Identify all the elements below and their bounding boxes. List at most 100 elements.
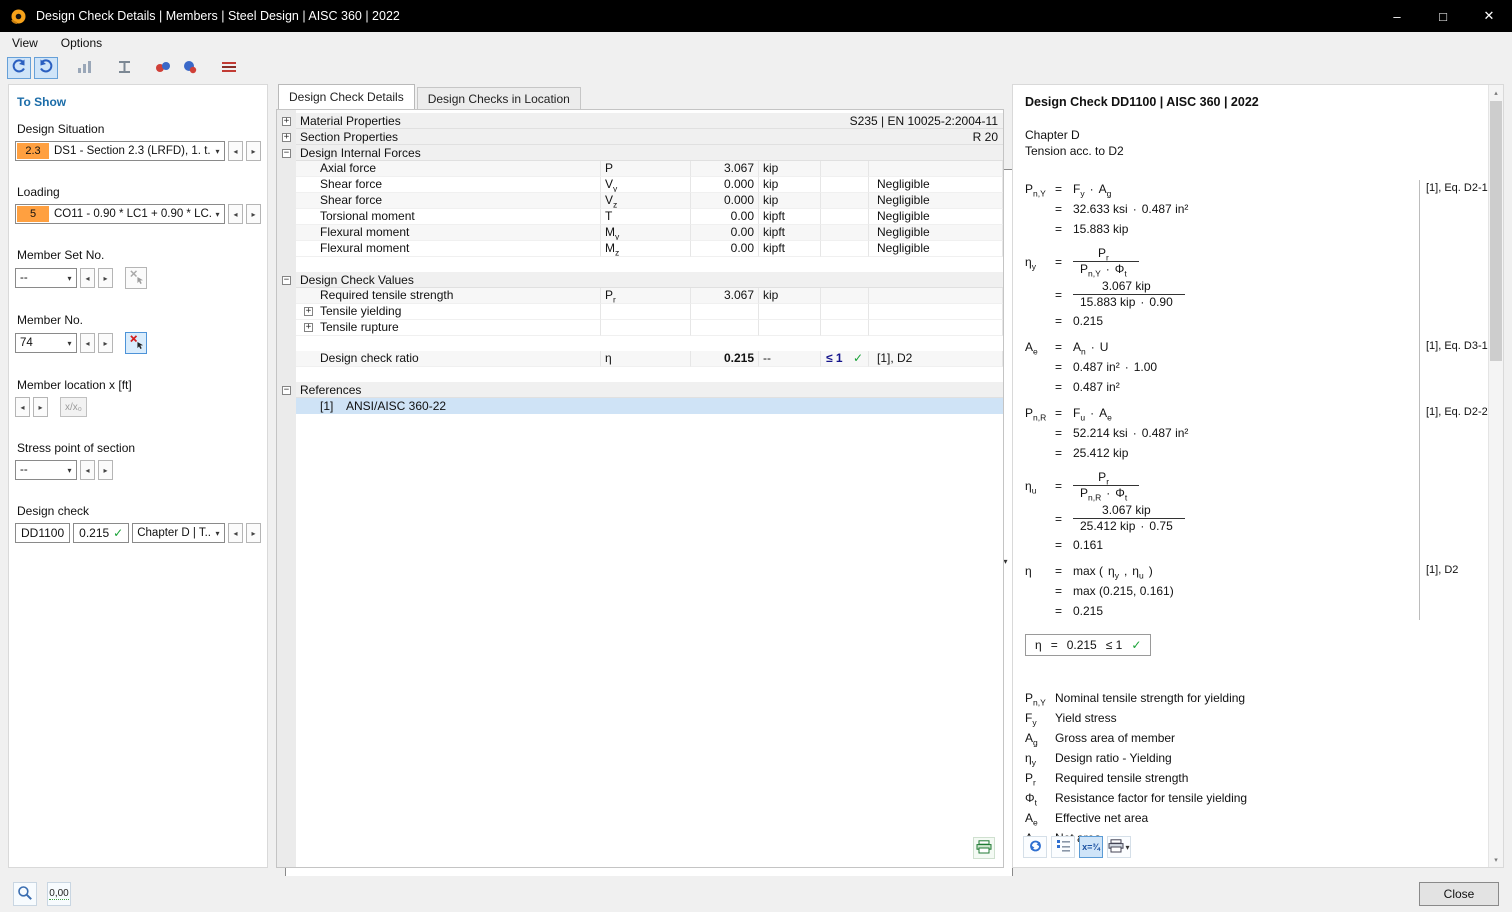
result-diagram-button[interactable] [73,57,97,79]
titlebar: Design Check Details | Members | Steel D… [0,0,1512,32]
member-location-prev-button[interactable]: ◂ [15,397,30,417]
section-lines-button[interactable] [217,57,241,79]
member-location-group: Member location x [ft] 17.99 ▾ ◂ ▸ x/x₀ [15,169,1013,912]
group-label: Material Properties [300,113,401,128]
legend-description: Yield stress [1055,711,1117,725]
design-situation-prev-button[interactable]: ◂ [228,141,243,161]
row-symbol: η [601,351,691,367]
table-row[interactable]: Shear force Vz 0.000 kip Negligible [277,193,1003,209]
expander-icon[interactable]: + [304,307,313,316]
tab-design-check-details[interactable]: Design Check Details [278,84,415,109]
member-value: 74 [20,337,33,349]
member-set-label: Member Set No. [17,248,105,262]
stress-point-next-button[interactable]: ▸ [98,460,113,480]
table-row[interactable]: Design check ratio η 0.215 -- ≤ 1 ✓ [1], D2 [277,351,1003,367]
maximize-button[interactable]: □ [1420,0,1466,32]
minimize-button[interactable]: – [1374,0,1420,32]
table-row[interactable]: Flexural moment My 0.00 kipft Negligible [277,225,1003,241]
check-table: + Material Properties S235 | EN 10025-2:20… [277,110,1003,414]
design-check-next-button[interactable]: ▸ [246,523,261,543]
design-check-prev-button[interactable]: ◂ [228,523,243,543]
member-set-prev-button[interactable]: ◂ [80,268,95,288]
member-set-select[interactable]: -- ▾ [15,268,77,288]
check-icon: ✓ [113,526,124,540]
chevron-down-icon: ▾ [215,146,220,156]
result-value: 0.215 [1066,638,1097,652]
detail-scrollbar[interactable]: ▴ ▾ [1488,85,1503,867]
member-select[interactable]: 74 ▾ [15,333,77,353]
expander-icon[interactable]: − [282,148,291,158]
history-forward-button[interactable] [34,57,58,79]
detail-content: Design Check DD1100 | AISC 360 | 2022 Ch… [1025,95,1488,847]
member-location-next-button[interactable]: ▸ [33,397,48,417]
expander-icon[interactable]: + [282,132,291,142]
close-button[interactable]: Close [1419,882,1499,906]
formula-block: [1], Eq. D2-1 Pn,Y = Fy · Ag = 32.633 ksi · 0.487… [1025,180,1488,238]
scroll-up-icon[interactable]: ▴ [1489,85,1503,100]
design-check-chapter-select[interactable]: Chapter D | T... ▾ [132,523,225,543]
row-symbol: Pr [601,288,691,304]
loading-select[interactable]: 5 CO11 - 0.90 * LC1 + 0.90 * LC... ▾ [15,204,225,224]
detail-subtitle: Tension acc. to D2 [1025,144,1124,158]
member-prev-button[interactable]: ◂ [80,333,95,353]
scroll-down-icon[interactable]: ▾ [1489,852,1503,867]
colored-results-button[interactable] [151,57,175,79]
group-row[interactable]: + Material Properties S235 | EN 10025-2:20… [277,113,1003,129]
stress-point-prev-button[interactable]: ◂ [80,460,95,480]
loading-prev-button[interactable]: ◂ [228,204,243,224]
table-row[interactable]: [1] ANSI/AISC 360-22 [277,398,1003,414]
expander-icon[interactable]: + [282,116,291,126]
table-row[interactable]: Shear force Vy 0.000 kip Negligible [277,177,1003,193]
table-row[interactable]: Torsional moment T 0.00 kipft Negligible [277,209,1003,225]
history-back-button[interactable] [7,57,31,79]
close-window-button[interactable]: ✕ [1466,0,1512,32]
member-pick-button[interactable] [125,332,147,354]
tab-design-checks-in-location[interactable]: Design Checks in Location [416,87,581,109]
table-row[interactable]: Axial force P 3.067 kip [277,161,1003,177]
refresh-details-button[interactable] [1023,836,1047,858]
group-row[interactable]: − Design Internal Forces [277,145,1003,161]
chevron-down-icon: ▾ [67,273,72,283]
row-unit: kipft [759,225,821,241]
row-label: Axial force [296,161,601,177]
expander-icon[interactable]: − [282,385,291,395]
print-dropdown-icon[interactable]: ▾ [1125,843,1129,852]
print-table-button[interactable] [973,837,995,859]
member-set-pick-button[interactable] [125,267,147,289]
member-set-next-button[interactable]: ▸ [98,268,113,288]
formula-line: = 15.883 kip [1055,222,1129,236]
design-situation-select[interactable]: 2.3 DS1 - Section 2.3 (LRFD), 1. t... ▾ [15,141,225,161]
loading-next-button[interactable]: ▸ [246,204,261,224]
legend-row: ηy Design ratio - Yielding [1025,748,1485,768]
row-value: 0.00 [691,209,759,225]
group-row[interactable]: − Design Check Values [277,272,1003,288]
section-lines-icon [221,60,237,77]
table-row[interactable]: + Tensile rupture [277,320,1003,336]
detail-settings-button[interactable] [1051,836,1075,858]
expander-icon[interactable]: − [282,275,291,285]
row-check [821,241,869,257]
scrollbar-thumb[interactable] [1490,101,1502,361]
legend-symbol: Φt [1025,791,1037,808]
group-row[interactable]: + Section Properties R 20 [277,129,1003,145]
expander-icon[interactable]: + [304,323,313,332]
member-next-button[interactable]: ▸ [98,333,113,353]
show-formulas-button[interactable]: x=¾ [1079,836,1103,858]
zoom-button[interactable] [13,882,37,906]
stress-point-select[interactable]: -- ▾ [15,460,77,480]
design-situation-next-button[interactable]: ▸ [246,141,261,161]
legend-row: Ag Gross area of member [1025,728,1485,748]
menu-options[interactable]: Options [58,34,105,52]
stress-points-button[interactable] [112,57,136,79]
table-row[interactable]: Flexural moment Mz 0.00 kipft Negligible [277,241,1003,257]
print-details-button[interactable]: ▾ [1107,836,1131,858]
table-row[interactable]: + Tensile yielding [277,304,1003,320]
table-row[interactable]: Required tensile strength Pr 3.067 kip [277,288,1003,304]
symbol-legend: Pn,Y Nominal tensile strength for yieldin… [1025,688,1485,848]
relative-location-button[interactable]: x/x₀ [60,397,87,417]
partial-views-button[interactable] [178,57,202,79]
menu-view[interactable]: View [9,34,41,52]
group-row[interactable]: − References [277,382,1003,398]
scale-display-button[interactable]: 0,00 [47,882,71,906]
design-check-details-window: Design Check Details | Members | Steel D… [0,0,1512,912]
